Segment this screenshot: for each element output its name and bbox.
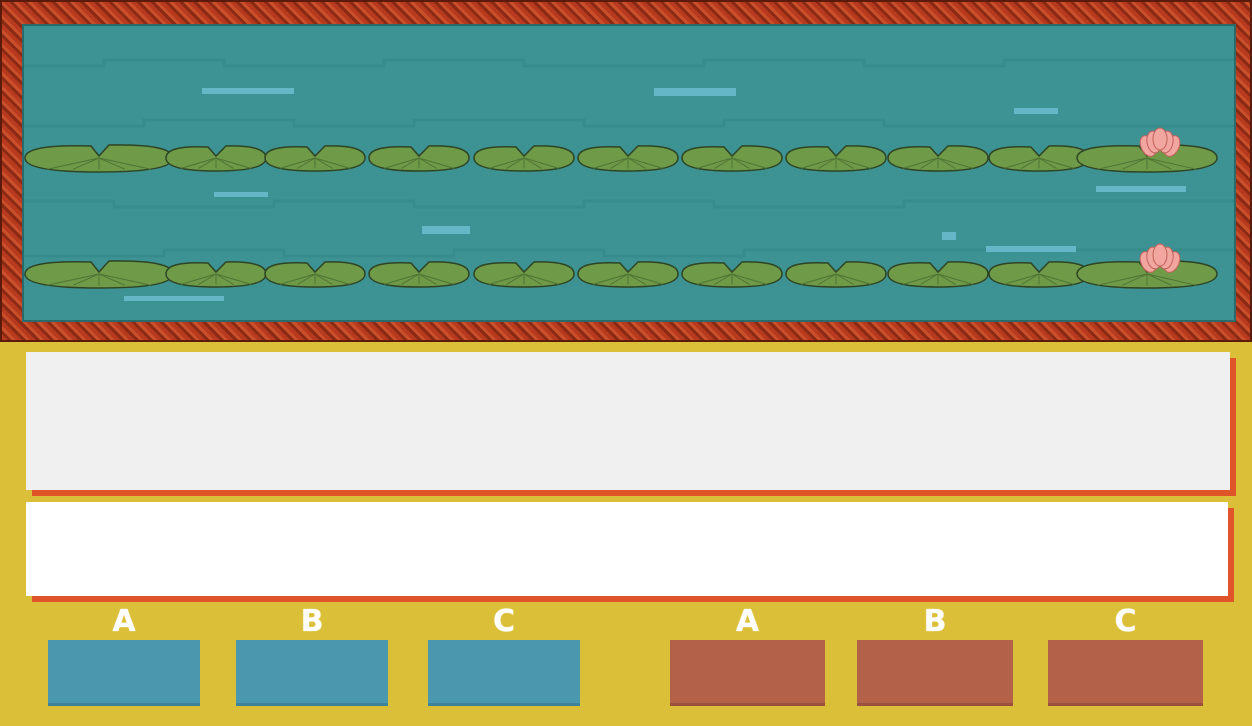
option-letter: C bbox=[492, 604, 516, 639]
option-letter: A bbox=[112, 604, 136, 639]
lily-pad-icon bbox=[887, 261, 989, 288]
lily-pad-icon bbox=[473, 261, 575, 288]
lily-pad-icon bbox=[785, 261, 887, 288]
option-letter: A bbox=[735, 604, 760, 639]
lily-pad-icon bbox=[681, 145, 783, 172]
option-letter: B bbox=[300, 604, 324, 639]
lily-pad-icon bbox=[473, 145, 575, 172]
lily-pad-icon bbox=[165, 261, 267, 288]
option-letter: C bbox=[1114, 604, 1137, 639]
pond bbox=[22, 24, 1236, 322]
lily-pad-icon bbox=[368, 145, 470, 172]
lily-pad-icon bbox=[368, 261, 470, 288]
lily-pad-icon bbox=[165, 145, 267, 172]
lily-pad-icon bbox=[264, 261, 366, 288]
red-answer-a-button[interactable] bbox=[670, 640, 825, 706]
lily-pad-icon bbox=[887, 145, 989, 172]
lily-pad-icon bbox=[24, 260, 174, 289]
blue-answer-c-button[interactable] bbox=[428, 640, 580, 706]
blue-answer-a-button[interactable] bbox=[48, 640, 200, 706]
lily-pad-icon bbox=[577, 261, 679, 288]
lily-pad-icon bbox=[988, 261, 1090, 288]
answer-panel bbox=[26, 502, 1228, 596]
question-panel bbox=[26, 352, 1230, 490]
blue-answer-b-button[interactable] bbox=[236, 640, 388, 706]
pond-frame bbox=[0, 0, 1252, 342]
red-answer-b-button[interactable] bbox=[857, 640, 1013, 706]
lily-pad-icon bbox=[988, 145, 1090, 172]
lily-pad-icon bbox=[785, 145, 887, 172]
red-answer-c-button[interactable] bbox=[1048, 640, 1203, 706]
answer-options: A B C A B C bbox=[0, 602, 1252, 712]
lily-pad-icon bbox=[264, 145, 366, 172]
lily-pad-track-1 bbox=[24, 127, 1218, 173]
lily-pad-icon bbox=[24, 144, 174, 173]
option-letter: B bbox=[923, 604, 947, 639]
pond-scene bbox=[24, 58, 1234, 301]
lily-pad-icon bbox=[681, 261, 783, 288]
lily-pad-icon bbox=[577, 145, 679, 172]
